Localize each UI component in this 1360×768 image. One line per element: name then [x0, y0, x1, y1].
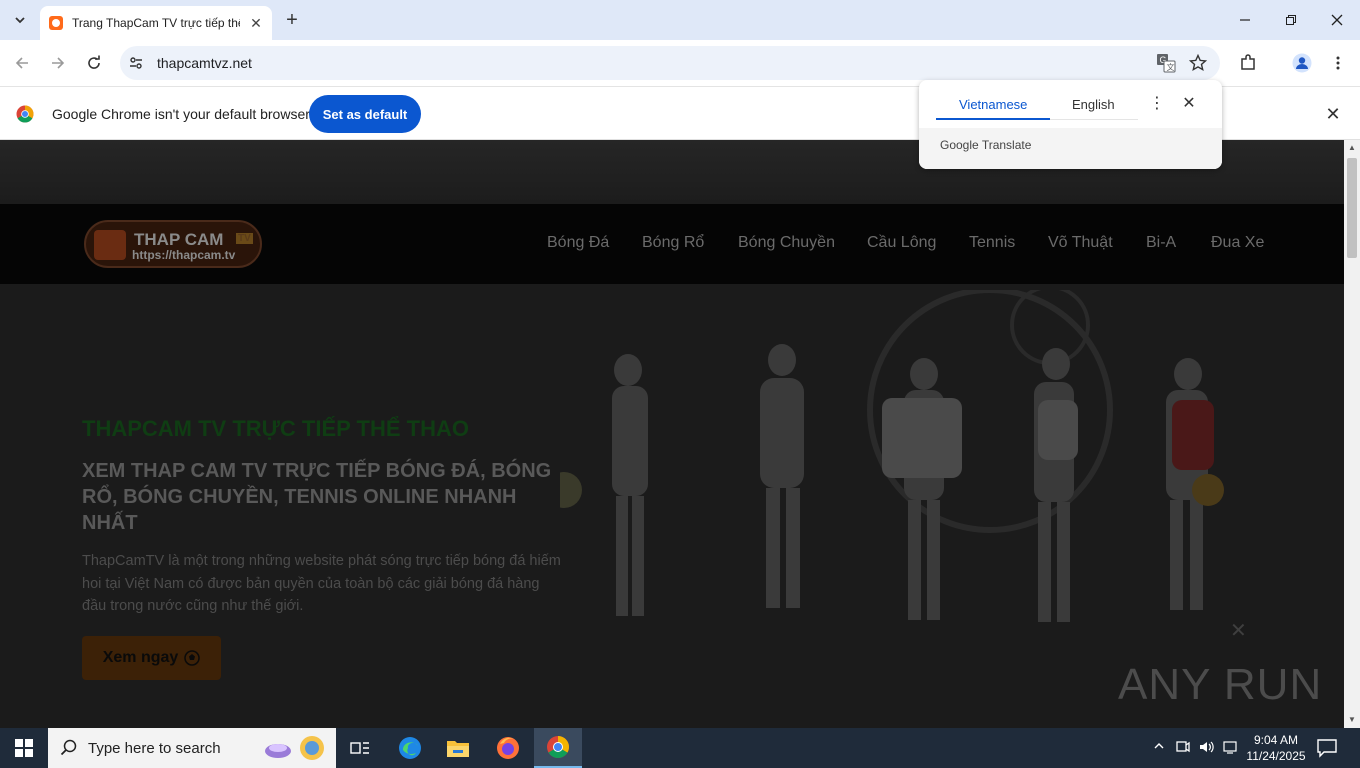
nav-dua-xe[interactable]: Đua Xe [1211, 234, 1264, 252]
extensions-button[interactable] [1236, 51, 1260, 75]
svg-text:文: 文 [1167, 62, 1175, 72]
site-info-icon[interactable] [128, 55, 144, 71]
translate-popup: Vietnamese English ⋮ ✕ Google Translate [919, 80, 1222, 169]
scrollbar-thumb[interactable] [1347, 158, 1357, 258]
translate-tab-english[interactable]: English [1072, 97, 1115, 112]
logo-name: THAP CAM [134, 230, 224, 249]
translate-tab-vietnamese[interactable]: Vietnamese [959, 97, 1027, 112]
scroll-down-icon[interactable]: ▼ [1347, 715, 1357, 725]
hero-kicker: THAPCAM TV TRỰC TIẾP THỂ THAO [82, 416, 469, 441]
volume-icon[interactable] [1197, 739, 1215, 757]
arrow-right-icon [52, 57, 65, 69]
new-tab-button[interactable]: + [282, 10, 302, 30]
close-window-button[interactable] [1314, 0, 1360, 40]
taskbar-chrome[interactable] [534, 728, 582, 768]
network-icon[interactable] [1174, 739, 1192, 757]
page-scrollbar[interactable]: ▲ ▼ [1344, 140, 1360, 728]
task-view-button[interactable] [336, 728, 384, 768]
nav-cau-long[interactable]: Cầu Lông [867, 234, 936, 252]
set-as-default-button[interactable]: Set as default [309, 95, 421, 133]
language-icon[interactable] [1221, 739, 1239, 757]
translate-more-icon[interactable]: ⋮ [1149, 96, 1165, 112]
avatar-icon [1292, 53, 1312, 73]
nav-tennis[interactable]: Tennis [969, 234, 1015, 252]
web-page: THAP CAM TV https://thapcam.tv Bóng Đá B… [0, 140, 1344, 728]
folder-icon [447, 741, 469, 757]
chevron-down-icon [15, 17, 25, 24]
watch-now-label: Xem ngay [102, 649, 179, 666]
taskbar-firefox[interactable] [484, 728, 532, 768]
site-header: THAP CAM TV https://thapcam.tv Bóng Đá B… [0, 204, 1344, 284]
bookmark-button[interactable] [1188, 53, 1208, 73]
puzzle-icon [1241, 54, 1255, 70]
anyrun-watermark: ANY RUN [1118, 660, 1323, 709]
logo-url: https://thapcam.tv [132, 248, 236, 262]
url-text: thapcamtvz.net [157, 55, 252, 71]
more-vert-icon [1336, 56, 1340, 70]
taskbar-file-explorer[interactable] [434, 728, 482, 768]
search-icon [60, 739, 77, 756]
logo-tv: TV [236, 233, 253, 244]
taskbar-clock[interactable]: 9:04 AM 11/24/2025 [1240, 732, 1312, 764]
arrow-left-icon [15, 57, 28, 69]
minimize-icon [1240, 19, 1250, 21]
forward-button[interactable] [46, 51, 70, 75]
taskbar: Type here to search 9:04 AM 11/24/2025 [0, 728, 1360, 768]
tray-chevron-up-icon[interactable] [1150, 739, 1168, 757]
tab-search-button[interactable] [8, 8, 32, 32]
translate-button[interactable]: G文 [1156, 53, 1176, 73]
address-bar[interactable]: thapcamtvz.net G文 [120, 46, 1220, 80]
taskbar-edge[interactable] [386, 728, 434, 768]
edge-icon [399, 737, 421, 759]
site-logo[interactable]: THAP CAM TV https://thapcam.tv [84, 220, 262, 268]
tab-thapcam[interactable]: Trang ThapCam TV trực tiếp thể thao ✕ [40, 6, 272, 40]
hero-title: XEM THAP CAM TV TRỰC TIẾP BÓNG ĐÁ, BÓNG … [82, 460, 552, 534]
task-view-icon [350, 742, 369, 754]
watch-now-button[interactable]: Xem ngay [82, 636, 221, 680]
tab-close-icon[interactable]: ✕ [248, 15, 264, 31]
back-button[interactable] [10, 51, 34, 75]
translate-close-icon[interactable]: ✕ [1181, 96, 1197, 112]
profile-button[interactable] [1290, 51, 1314, 75]
google-translate-brand: Google Translate [940, 138, 1032, 152]
site-favicon-icon [49, 16, 63, 30]
clock-time: 9:04 AM [1253, 733, 1299, 747]
start-button[interactable] [0, 728, 48, 768]
nav-vo-thuat[interactable]: Võ Thuật [1048, 234, 1113, 252]
infobar-message: Google Chrome isn't your default browser [52, 106, 310, 122]
close-icon [1331, 14, 1343, 26]
firefox-icon [497, 737, 519, 759]
ad-close-icon[interactable]: ✕ [1230, 618, 1247, 643]
nav-bong-ro[interactable]: Bóng Rổ [642, 234, 704, 252]
soccer-ball-icon [184, 650, 201, 666]
translate-tab-indicator [936, 118, 1050, 120]
search-highlight-icon [265, 736, 324, 760]
reload-icon [88, 55, 100, 69]
clock-date: 11/24/2025 [1246, 749, 1306, 763]
chrome-menu-button[interactable] [1326, 51, 1350, 75]
infobar-close-icon[interactable]: ✕ [1324, 105, 1342, 123]
nav-bi-a[interactable]: Bi-A [1146, 234, 1176, 252]
nav-bong-da[interactable]: Bóng Đá [547, 234, 609, 252]
scroll-up-icon[interactable]: ▲ [1347, 143, 1357, 153]
restore-icon [1286, 15, 1296, 25]
star-icon [1189, 54, 1207, 72]
search-placeholder: Type here to search [88, 740, 221, 757]
nav-bong-chuyen[interactable]: Bóng Chuyền [738, 234, 835, 252]
notification-icon[interactable] [1316, 738, 1338, 758]
reload-button[interactable] [82, 51, 106, 75]
chrome-icon [547, 736, 569, 758]
logo-mark-icon [94, 230, 126, 260]
hero-description: ThapCamTV là một trong những website phá… [82, 553, 561, 614]
translate-icon: G文 [1157, 54, 1176, 73]
windows-icon [15, 739, 33, 757]
tab-strip: Trang ThapCam TV trực tiếp thể thao ✕ + [0, 0, 1360, 40]
athletes-image [560, 290, 1224, 622]
translate-footer: Google Translate [919, 128, 1222, 169]
restore-button[interactable] [1268, 0, 1314, 40]
taskbar-search[interactable]: Type here to search [48, 728, 336, 768]
minimize-button[interactable] [1222, 0, 1268, 40]
chrome-logo-icon [16, 105, 34, 123]
tab-title: Trang ThapCam TV trực tiếp thể thao [72, 16, 240, 30]
